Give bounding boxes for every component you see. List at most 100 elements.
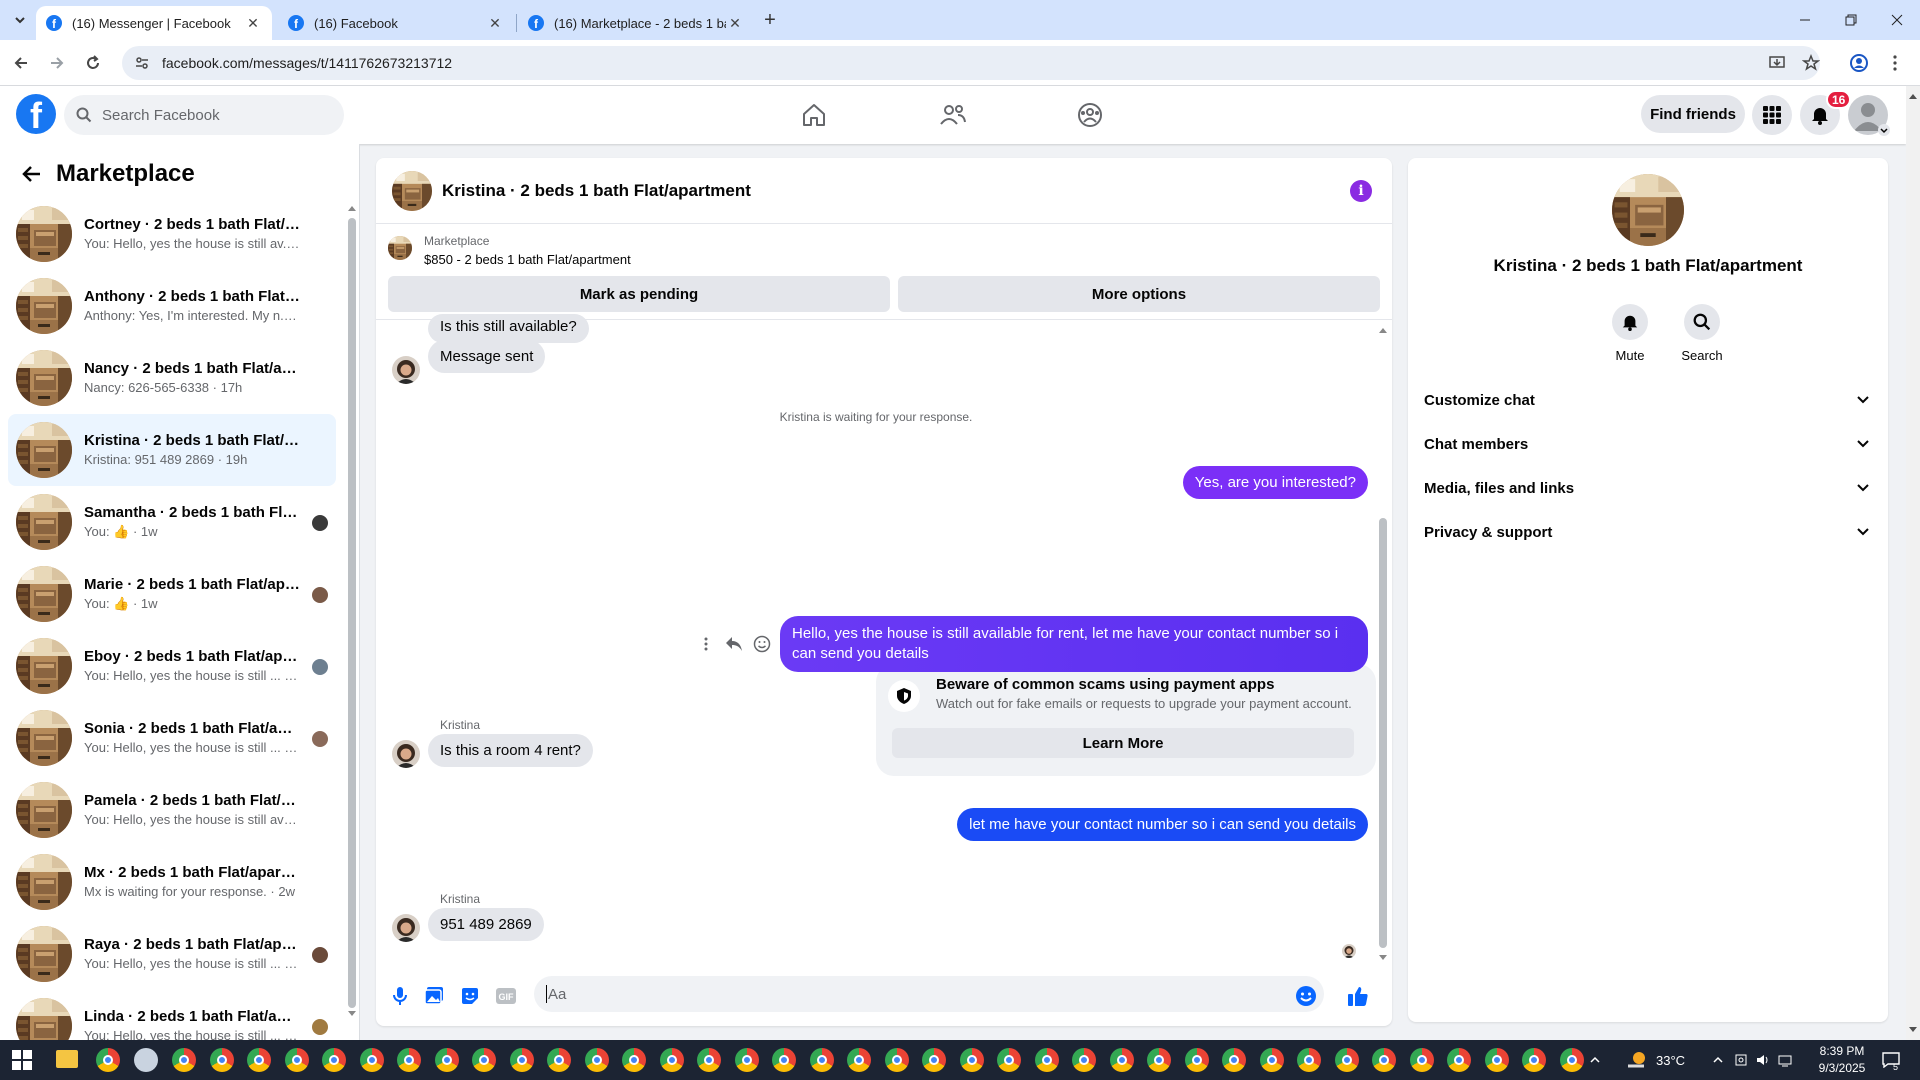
chrome-taskbar-icon[interactable]: [1297, 1048, 1321, 1072]
new-tab-button[interactable]: +: [758, 8, 782, 32]
search-input[interactable]: Search Facebook: [64, 95, 344, 135]
chrome-taskbar-icon[interactable]: [247, 1048, 271, 1072]
chrome-taskbar-icon[interactable]: [360, 1048, 384, 1072]
find-friends-button[interactable]: Find friends: [1641, 95, 1745, 133]
learn-more-button[interactable]: Learn More: [892, 728, 1354, 758]
bookmark-button[interactable]: [1798, 50, 1824, 76]
chrome-taskbar-icon[interactable]: [1185, 1048, 1209, 1072]
conversation-item[interactable]: Raya · 2 beds 1 bath Flat/apar... You: He…: [8, 918, 336, 990]
scroll-up-icon[interactable]: [1909, 92, 1917, 100]
install-app-button[interactable]: [1764, 50, 1790, 76]
back-button[interactable]: [8, 50, 34, 76]
listing-thumbnail[interactable]: [388, 236, 412, 260]
tab-marketplace[interactable]: f (16) Marketplace - 2 beds 1 bat ✕: [518, 6, 754, 40]
chrome-taskbar-icon[interactable]: [96, 1048, 120, 1072]
close-icon[interactable]: ✕: [726, 14, 744, 32]
chat-scrollbar[interactable]: [1378, 326, 1388, 960]
scroll-down-icon[interactable]: [1379, 954, 1387, 962]
chrome-taskbar-icon[interactable]: [960, 1048, 984, 1072]
more-vertical-icon[interactable]: [692, 630, 720, 658]
incoming-message[interactable]: 951 489 2869: [428, 908, 544, 941]
weather-widget[interactable]: 33°C: [1626, 1040, 1685, 1080]
account-chevron-icon[interactable]: [1878, 124, 1890, 136]
info-button[interactable]: i: [1350, 180, 1372, 202]
conversation-item[interactable]: Sonia · 2 beds 1 bath Flat/apa... You: He…: [8, 702, 336, 774]
chrome-taskbar-icon[interactable]: [1447, 1048, 1471, 1072]
camera-icon[interactable]: [1734, 1053, 1748, 1067]
conversation-item[interactable]: Eboy · 2 beds 1 bath Flat/apar... You: He…: [8, 630, 336, 702]
listing-avatar[interactable]: [1612, 174, 1684, 246]
chrome-taskbar-icon[interactable]: [885, 1048, 909, 1072]
incoming-message[interactable]: Message sent: [428, 340, 546, 373]
page-scrollbar[interactable]: [1906, 86, 1920, 1040]
conversation-item[interactable]: Cortney · 2 beds 1 bath Flat/apa... You: …: [8, 198, 336, 270]
incoming-message[interactable]: Is this still available?: [428, 314, 589, 343]
chrome-taskbar-icon[interactable]: [1335, 1048, 1359, 1072]
chrome-taskbar-icon[interactable]: [1035, 1048, 1059, 1072]
reload-button[interactable]: [80, 50, 106, 76]
file-explorer-icon[interactable]: [56, 1050, 78, 1068]
mark-as-pending-button[interactable]: Mark as pending: [388, 276, 890, 312]
facebook-logo-icon[interactable]: f: [16, 94, 56, 134]
forward-button[interactable]: [44, 50, 70, 76]
chrome-taskbar-icon[interactable]: [585, 1048, 609, 1072]
system-clock[interactable]: 8:39 PM 9/3/2025: [1802, 1043, 1882, 1077]
more-options-button[interactable]: More options: [898, 276, 1380, 312]
search-in-conversation-button[interactable]: Search: [1672, 304, 1732, 363]
chrome-taskbar-icon[interactable]: [472, 1048, 496, 1072]
gif-button[interactable]: GIF: [492, 982, 520, 1010]
scroll-up-icon[interactable]: [1379, 326, 1387, 334]
chrome-taskbar-icon[interactable]: [772, 1048, 796, 1072]
home-nav-button[interactable]: [794, 95, 834, 135]
mute-button[interactable]: Mute: [1600, 304, 1660, 363]
conversation-item[interactable]: Anthony · 2 beds 1 bath Flat/apa... Antho…: [8, 270, 336, 342]
windows-start-icon[interactable]: [12, 1050, 32, 1070]
scrollbar-thumb[interactable]: [1379, 518, 1387, 948]
volume-icon[interactable]: [1756, 1053, 1770, 1067]
chrome-taskbar-icon[interactable]: [997, 1048, 1021, 1072]
chrome-taskbar-icon[interactable]: [1260, 1048, 1284, 1072]
sidebar-scrollbar[interactable]: [348, 204, 356, 1016]
privacy-support-row[interactable]: Privacy & support: [1424, 514, 1870, 550]
browser-menu-button[interactable]: [1882, 50, 1908, 76]
notification-center-button[interactable]: 5: [1882, 1040, 1900, 1080]
network-icon[interactable]: [1778, 1053, 1794, 1067]
attach-photo-button[interactable]: [420, 982, 448, 1010]
chrome-taskbar-icon[interactable]: [660, 1048, 684, 1072]
chrome-taskbar-icon[interactable]: [1222, 1048, 1246, 1072]
chrome-taskbar-icon[interactable]: [810, 1048, 834, 1072]
listing-price[interactable]: $850 - 2 beds 1 bath Flat/apartment: [424, 252, 631, 267]
message-input[interactable]: Aa: [534, 976, 1324, 1012]
tray-chevron[interactable]: [1590, 1040, 1600, 1080]
chrome-taskbar-icon[interactable]: [1485, 1048, 1509, 1072]
chrome-taskbar-icon[interactable]: [397, 1048, 421, 1072]
chat-title[interactable]: Kristina · 2 beds 1 bath Flat/apartment: [442, 181, 751, 201]
sticker-button[interactable]: [456, 982, 484, 1010]
chrome-taskbar-icon[interactable]: [847, 1048, 871, 1072]
kristina-avatar[interactable]: [392, 914, 420, 942]
conversation-item[interactable]: Linda · 2 beds 1 bath Flat/apar... You: H…: [8, 990, 336, 1040]
chrome-taskbar-icon[interactable]: [622, 1048, 646, 1072]
conversation-item[interactable]: Samantha · 2 beds 1 bath Flat... You: 👍 ·…: [8, 486, 336, 558]
scroll-down-icon[interactable]: [348, 1010, 356, 1018]
chrome-taskbar-icon[interactable]: [1410, 1048, 1434, 1072]
tab-messenger[interactable]: f (16) Messenger | Facebook ✕: [36, 6, 272, 40]
chrome-taskbar-icon[interactable]: [1110, 1048, 1134, 1072]
outgoing-message[interactable]: let me have your contact number so i can…: [957, 808, 1368, 841]
emoji-button[interactable]: [1292, 982, 1320, 1010]
site-settings-icon[interactable]: [134, 55, 150, 71]
chrome-taskbar-icon[interactable]: [285, 1048, 309, 1072]
chrome-taskbar-icon[interactable]: [735, 1048, 759, 1072]
kristina-avatar[interactable]: [392, 356, 420, 384]
voice-clip-button[interactable]: [386, 982, 414, 1010]
chat-members-row[interactable]: Chat members: [1424, 426, 1870, 462]
customize-chat-row[interactable]: Customize chat: [1424, 382, 1870, 418]
chrome-taskbar-icon[interactable]: [435, 1048, 459, 1072]
reply-icon[interactable]: [720, 630, 748, 658]
scrollbar-thumb[interactable]: [348, 218, 356, 1008]
conversation-item[interactable]: Kristina · 2 beds 1 bath Flat/apar... Kri…: [8, 414, 336, 486]
chevron-up-icon[interactable]: [1712, 1054, 1724, 1066]
like-button[interactable]: [1344, 982, 1372, 1010]
friends-nav-button[interactable]: [933, 95, 973, 135]
chat-avatar[interactable]: [392, 170, 432, 211]
